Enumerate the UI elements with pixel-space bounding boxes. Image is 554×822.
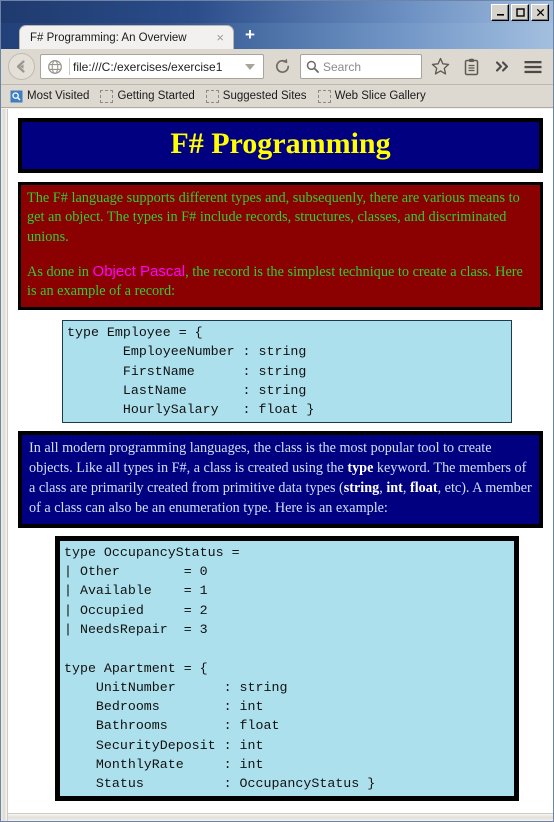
reload-icon bbox=[275, 58, 289, 73]
star-icon bbox=[431, 57, 449, 75]
code-block-apartment: type OccupancyStatus = | Other = 0 | Ava… bbox=[55, 535, 519, 802]
window-controls bbox=[491, 4, 549, 21]
page-content: F# Programming The F# language supports … bbox=[8, 109, 553, 821]
tab-close-icon[interactable]: × bbox=[213, 31, 227, 44]
tab-strip: F# Programming: An Overview × + bbox=[1, 23, 553, 49]
horizontal-scrollbar[interactable] bbox=[8, 813, 553, 821]
overflow-chevrons-button[interactable] bbox=[489, 54, 515, 80]
reload-button[interactable] bbox=[269, 54, 295, 79]
placeholder-icon bbox=[205, 89, 219, 103]
bookmark-label: Web Slice Gallery bbox=[334, 90, 426, 102]
keyword-int: int bbox=[386, 480, 403, 497]
code-text: type OccupancyStatus = | Other = 0 | Ava… bbox=[64, 544, 376, 792]
document-body: F# Programming The F# language supports … bbox=[8, 109, 553, 802]
intro-p2-pre: As done in bbox=[27, 263, 93, 280]
clipboard-icon bbox=[464, 58, 478, 75]
chevrons-right-icon bbox=[495, 61, 508, 72]
intro-callout: The F# language supports different types… bbox=[18, 181, 543, 311]
new-tab-icon[interactable]: + bbox=[242, 26, 258, 44]
close-button[interactable] bbox=[531, 4, 549, 21]
tab-label: F# Programming: An Overview bbox=[30, 31, 187, 44]
tab-fsharp-programming[interactable]: F# Programming: An Overview × bbox=[19, 25, 234, 49]
browser-window: F# Programming: An Overview × + file:///… bbox=[0, 0, 554, 822]
bookmark-label: Getting Started bbox=[117, 90, 195, 102]
bookmark-star-button[interactable] bbox=[427, 54, 453, 80]
minimize-button[interactable] bbox=[491, 4, 509, 21]
url-bar[interactable]: file:///C:/exercises/exercise1 bbox=[40, 54, 264, 79]
bookmark-web-slice-gallery[interactable]: Web Slice Gallery bbox=[314, 89, 430, 104]
search-input[interactable]: Search bbox=[300, 54, 422, 79]
bookmark-getting-started[interactable]: Getting Started bbox=[96, 89, 198, 104]
bookmark-label: Suggested Sites bbox=[222, 90, 307, 102]
back-button[interactable] bbox=[8, 53, 35, 80]
page-title: F# Programming bbox=[170, 127, 391, 160]
minimize-icon bbox=[496, 14, 504, 16]
class-note-callout: In all modern programming languages, the… bbox=[18, 431, 543, 528]
chevron-down-icon[interactable] bbox=[245, 63, 255, 70]
placeholder-icon bbox=[317, 89, 331, 103]
bookmark-most-visited[interactable]: Most Visited bbox=[6, 89, 93, 104]
search-placeholder: Search bbox=[323, 59, 362, 74]
code-block-employee: type Employee = { EmployeeNumber : strin… bbox=[62, 320, 512, 424]
class-note-s4: , bbox=[402, 480, 410, 497]
url-text: file:///C:/exercises/exercise1 bbox=[73, 59, 223, 74]
maximize-icon bbox=[515, 8, 525, 17]
intro-paragraph-2: As done in Object Pascal, the record is … bbox=[27, 262, 534, 302]
most-visited-icon bbox=[10, 90, 23, 102]
globe-icon bbox=[48, 59, 62, 74]
code-text: type Employee = { EmployeeNumber : strin… bbox=[67, 325, 315, 418]
keyword-type: type bbox=[347, 460, 374, 477]
bookmarks-toolbar: Most Visited Getting Started Suggested S… bbox=[1, 85, 553, 108]
close-icon bbox=[536, 8, 544, 17]
navigation-toolbar: file:///C:/exercises/exercise1 Search bbox=[1, 49, 553, 85]
placeholder-icon bbox=[100, 89, 114, 103]
intro-paragraph-1: The F# language supports different types… bbox=[27, 189, 520, 245]
page-banner: F# Programming bbox=[18, 118, 543, 173]
search-icon bbox=[306, 60, 319, 73]
bookmark-suggested-sites[interactable]: Suggested Sites bbox=[202, 89, 311, 104]
title-bar bbox=[1, 1, 553, 23]
menu-button[interactable] bbox=[520, 54, 546, 80]
keyword-float: float bbox=[409, 480, 438, 497]
hamburger-icon bbox=[524, 60, 542, 73]
back-arrow-icon bbox=[16, 60, 25, 73]
url-divider bbox=[69, 58, 70, 75]
library-button[interactable] bbox=[458, 54, 484, 80]
page-viewport: F# Programming The F# language supports … bbox=[1, 108, 553, 821]
bookmark-label: Most Visited bbox=[27, 90, 90, 102]
vertical-scrollbar[interactable] bbox=[1, 109, 8, 821]
keyword-string: string bbox=[343, 480, 380, 497]
object-pascal-highlight: Object Pascal bbox=[92, 262, 186, 280]
maximize-button[interactable] bbox=[511, 4, 529, 21]
